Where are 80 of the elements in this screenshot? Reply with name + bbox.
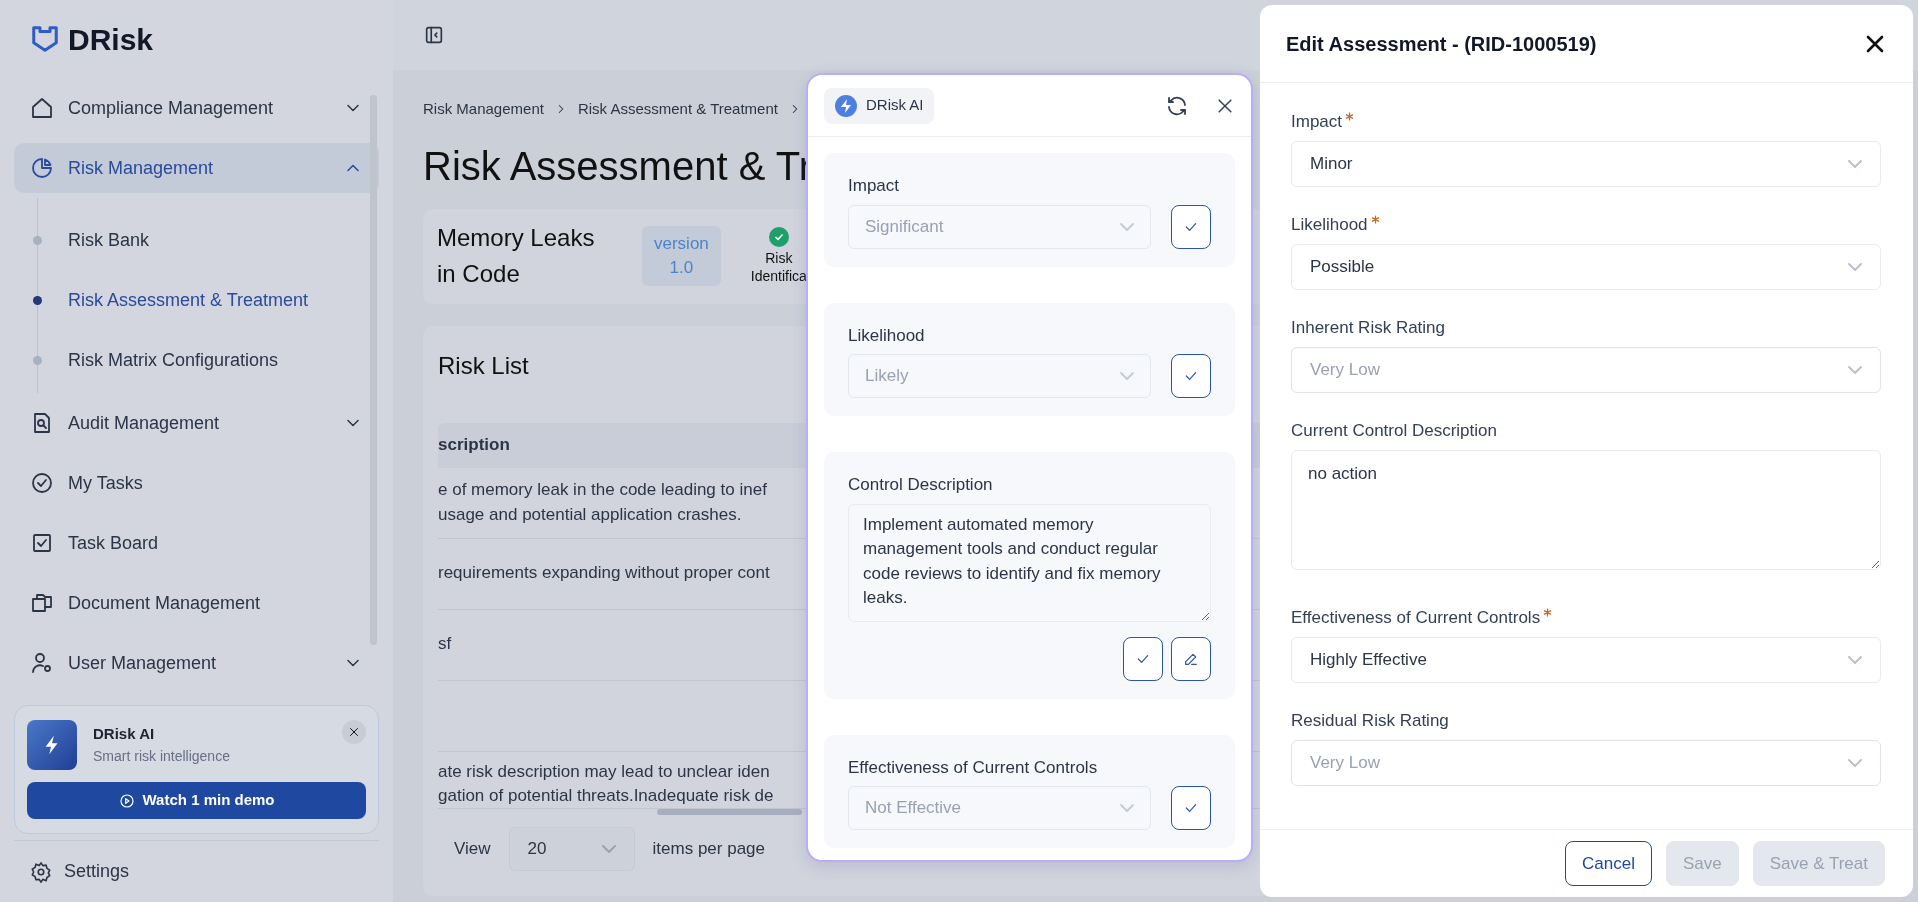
breadcrumb-link[interactable]: Risk Assessment & Treatment [577, 98, 778, 121]
asterisk-icon [1370, 215, 1380, 224]
logo-text: DRisk [68, 21, 154, 58]
table-cell-text: sf [438, 633, 452, 656]
checkbox-icon [30, 531, 54, 555]
chevron-down-icon [601, 844, 616, 853]
field-label: Likelihood [1291, 214, 1380, 236]
text-area[interactable]: Implement automated memory management tools and conduct regular code reviews to identify and fix memory leaks. [848, 503, 1211, 622]
field-label: Impact [1291, 111, 1355, 133]
chevron-down-icon [1120, 804, 1134, 812]
lightning-icon [27, 720, 77, 770]
pie-chart-icon [30, 156, 54, 180]
user-gear-icon [30, 651, 54, 675]
chevron-down-icon [1848, 263, 1862, 271]
sidebar-item[interactable]: My Tasks [14, 453, 379, 513]
table-cell-text: gation of potential threats.Inadequate risk de [438, 785, 774, 808]
select-field[interactable]: Minor [1291, 141, 1881, 187]
watch-demo-button[interactable]: Watch 1 min demo [27, 782, 366, 819]
sidebar-item[interactable]: Task Board [14, 513, 379, 573]
sidebar-item[interactable]: Risk Management [14, 143, 379, 193]
submenu-item[interactable]: Risk Matrix Configurations [33, 330, 379, 390]
chevron-down-icon [1848, 656, 1862, 664]
select-field[interactable]: Possible [1291, 244, 1881, 290]
table-cell-text: requirements expanding without proper cont [438, 562, 770, 585]
pagination-label: items per page [652, 837, 765, 860]
submenu-item[interactable]: Risk Bank [33, 210, 379, 270]
step-label: Risk Identifica [750, 250, 807, 285]
field-label: Inherent Risk Rating [1291, 317, 1446, 339]
sidebar-item[interactable]: Document Management [14, 573, 379, 633]
chevron-down-icon [1848, 366, 1862, 374]
ai-badge: DRisk AI [824, 87, 934, 124]
scrollbar-thumb[interactable] [657, 808, 802, 815]
risk-name: Memory Leaks in Code [437, 223, 596, 289]
accept-button[interactable] [1171, 786, 1211, 830]
page-size-select[interactable]: 20 [508, 826, 635, 871]
promo-subtitle: Smart risk intelligence [93, 746, 230, 766]
promo-title: DRisk AI [93, 724, 156, 745]
pagination-label: View [454, 837, 491, 860]
section-title: Risk List [438, 350, 529, 381]
accept-button[interactable] [1171, 354, 1211, 398]
close-icon [348, 726, 360, 738]
field-label: Likelihood [848, 324, 926, 347]
field-label: Residual Risk Rating [1291, 710, 1449, 732]
chevron-down-icon [1120, 372, 1134, 380]
table-cell-text: ate risk description may lead to unclear iden [438, 760, 770, 783]
field-label: Impact [848, 175, 901, 197]
chevron-down-icon [1848, 759, 1862, 767]
settings-item[interactable]: Settings [14, 840, 379, 902]
field-label: Effectiveness of Current Controls [848, 756, 1099, 779]
chevron-down-icon [1120, 222, 1134, 231]
settings-icon [30, 860, 52, 883]
column-header: scription [438, 434, 510, 457]
field-label: Control Description [848, 474, 994, 496]
home-icon [30, 96, 54, 120]
chevron-down-icon [1848, 160, 1862, 168]
footer-button[interactable]: Cancel [1565, 841, 1652, 886]
sidebar-item[interactable]: User Management [14, 633, 379, 693]
breadcrumb-link[interactable]: Risk Management [423, 98, 544, 121]
table-cell-text: usage and potential application crashes. [438, 503, 742, 526]
select-field[interactable]: Highly Effective [1291, 637, 1881, 683]
accept-button[interactable] [1123, 636, 1163, 681]
sidebar-item[interactable]: Audit Management [14, 393, 379, 453]
lightning-icon [834, 93, 858, 118]
close-button[interactable] [342, 720, 366, 744]
text-area[interactable]: no action [1291, 450, 1881, 570]
table-cell-text: e of memory leak in the code leading to inef [438, 478, 767, 501]
asterisk-icon [1543, 608, 1553, 617]
field-label: Current Control Description [1291, 420, 1497, 442]
field-label: Effectiveness of Current Controls [1291, 607, 1553, 629]
play-icon [118, 792, 135, 809]
accept-button[interactable] [1171, 204, 1211, 249]
panel-title: Edit Assessment - (RID-1000519) [1286, 31, 1597, 57]
sidebar-toggle-icon[interactable] [423, 24, 445, 46]
asterisk-icon [1345, 112, 1355, 121]
check-circle-icon [30, 471, 54, 495]
edit-button[interactable] [1171, 636, 1211, 681]
sidebar-item[interactable]: Compliance Management [14, 78, 379, 138]
submenu-item[interactable]: Risk Assessment & Treatment [33, 270, 379, 330]
folders-icon [30, 591, 54, 615]
version-tag: version 1.0 [642, 226, 721, 286]
